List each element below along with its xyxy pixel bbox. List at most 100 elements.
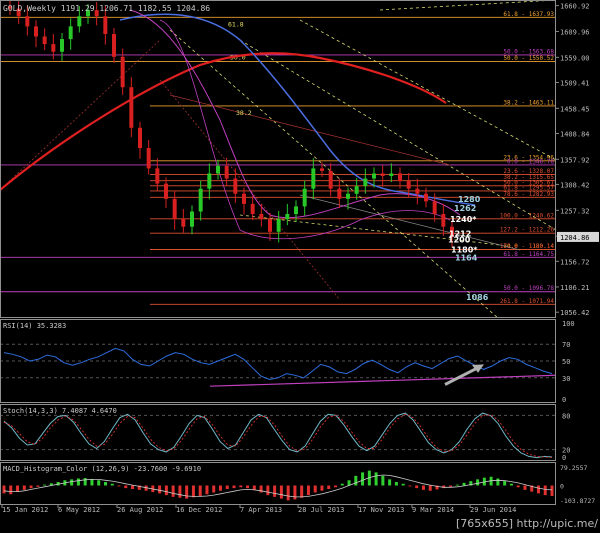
candle-body [372, 173, 376, 179]
macd-histogram-bar [232, 485, 236, 489]
price-axis-label: 1559.00 [560, 54, 590, 62]
macd-histogram-bar [110, 483, 114, 486]
macd-histogram-bar [259, 485, 263, 493]
fib-level-label: 61.8 - 1637.93 [503, 11, 554, 18]
candle-body [406, 181, 411, 189]
candle-body [268, 219, 272, 232]
macd-histogram-bar [428, 485, 432, 491]
fan-line-2 [239, 39, 557, 231]
macd-histogram-bar [2, 485, 6, 494]
macd-axis-label: 79.2557 [560, 464, 587, 472]
macd-histogram-bar [76, 478, 80, 486]
trend-lines: 61.850.038.2 [0, 0, 557, 319]
price-annotation: 1262 [454, 204, 476, 213]
candle-body [250, 203, 255, 215]
macd-axis-label: 0 [560, 483, 564, 491]
candle-body [25, 16, 30, 27]
macd-histogram-bar [401, 483, 405, 486]
macd-histogram-bar [361, 472, 365, 486]
price-axis-label: 1156.72 [560, 258, 590, 266]
macd-histogram-bar [476, 479, 480, 486]
candle-body [155, 168, 160, 184]
price-axis-label: 1106.21 [560, 284, 590, 292]
macd-histogram-bar [306, 485, 310, 496]
rsi-axis-label: 50 [562, 358, 570, 366]
macd-histogram-bar [496, 478, 500, 486]
macd-histogram-bar [300, 485, 304, 498]
fib-level-label: 127.2 - 1212.26 [500, 227, 555, 234]
macd-histogram-bar [421, 485, 425, 490]
candle-body [138, 127, 142, 149]
stoch-k-line [3, 412, 553, 459]
price-annotation: 1200 [448, 235, 471, 244]
panel-border [0, 0, 556, 318]
moving-averages [0, 9, 476, 240]
macd-histogram-bar [29, 485, 33, 489]
candle-body [224, 165, 229, 179]
price-candles [8, 0, 454, 248]
fib-level-label: 50.0 - 1096.78 [503, 285, 554, 292]
rsi-axis-label: 100 [562, 320, 575, 328]
macd-histogram-bar [218, 485, 222, 491]
candle-body [311, 168, 316, 189]
fib-level-label: 50.0 - 1550.52 [503, 55, 554, 62]
macd-histogram-bar [131, 485, 135, 489]
macd-histogram-bar [198, 485, 202, 496]
macd-histogram-bar [164, 485, 168, 496]
candle-body [68, 26, 73, 40]
macd-panel: MACD_Histogram_Color (12,26,9) -23.7600 … [2, 464, 595, 505]
ma-blue [119, 13, 476, 206]
candle-body [51, 44, 56, 52]
candle-body [363, 178, 368, 187]
annotations: 128012621240*121212001180*11641086 [448, 195, 489, 302]
macd-histogram-bar [313, 485, 317, 493]
fib-level-label: 78.6 - 1282.93 [503, 191, 554, 198]
macd-histogram-bar [43, 484, 47, 486]
candle-body [294, 206, 298, 215]
macd-histogram-bar [171, 485, 175, 497]
macd-histogram-bar [320, 485, 324, 491]
time-axis-label: 7 Apr 2013 [240, 506, 282, 514]
candle-body [77, 16, 82, 27]
current-price-label: 1204.86 [560, 234, 590, 242]
price-axis-label: 1408.84 [560, 130, 590, 138]
macd-histogram-bar [523, 485, 527, 490]
macd-histogram-bar [124, 485, 128, 489]
time-axis-label: 17 Nov 2013 [358, 506, 404, 514]
fib-level-label: 0.0 - 1346.78 [507, 158, 554, 165]
price-axis-label: 1357.92 [560, 156, 590, 164]
price-axis: 1660.92 1609.96 1559.00 1509.41 1458.45 1408.… [557, 3, 599, 317]
watermark: [765x655] http://upic.me/ [455, 517, 598, 530]
time-axis-label: 6 May 2012 [58, 506, 100, 514]
macd-histogram-bar [90, 478, 94, 486]
fib-level-label: 261.8 - 1071.94 [500, 298, 555, 305]
stoch-axis-label: 80 [562, 412, 570, 420]
candle-body [198, 188, 203, 212]
candle-body [380, 173, 385, 176]
macd-histogram-bar [117, 485, 121, 487]
candle-body [34, 26, 38, 37]
fib-level-label: 100.0 - 1240.62 [500, 212, 555, 219]
macd-histogram-bar [408, 485, 412, 487]
fib-level-label: 38.2 - 1463.11 [503, 99, 554, 106]
macd-histogram-bar [239, 485, 243, 488]
macd-histogram-bar [212, 485, 216, 493]
fan-line-4 [379, 0, 557, 11]
red-dotted-trend [0, 39, 161, 191]
chart-title: GOLD,Weekly 1191.29 1206.71 1182.55 1204… [3, 4, 210, 13]
rsi-axis-label: 0 [562, 396, 566, 404]
candle-body [337, 188, 342, 199]
price-axis-label: 1308.42 [560, 181, 590, 189]
macd-histogram-bar [286, 485, 290, 501]
candle-body [181, 219, 186, 227]
macd-histogram-bar [22, 485, 26, 490]
price-axis-label: 1509.41 [560, 79, 590, 87]
macd-histogram-bar [225, 485, 229, 489]
candle-body [320, 168, 324, 171]
macd-histogram-bar [334, 485, 338, 488]
macd-histogram-bar [509, 483, 513, 486]
macd-histogram-bar [97, 480, 101, 486]
candle-body [129, 87, 134, 128]
rsi-axis-label: 70 [562, 341, 570, 349]
macd-histogram-bar [246, 485, 250, 489]
